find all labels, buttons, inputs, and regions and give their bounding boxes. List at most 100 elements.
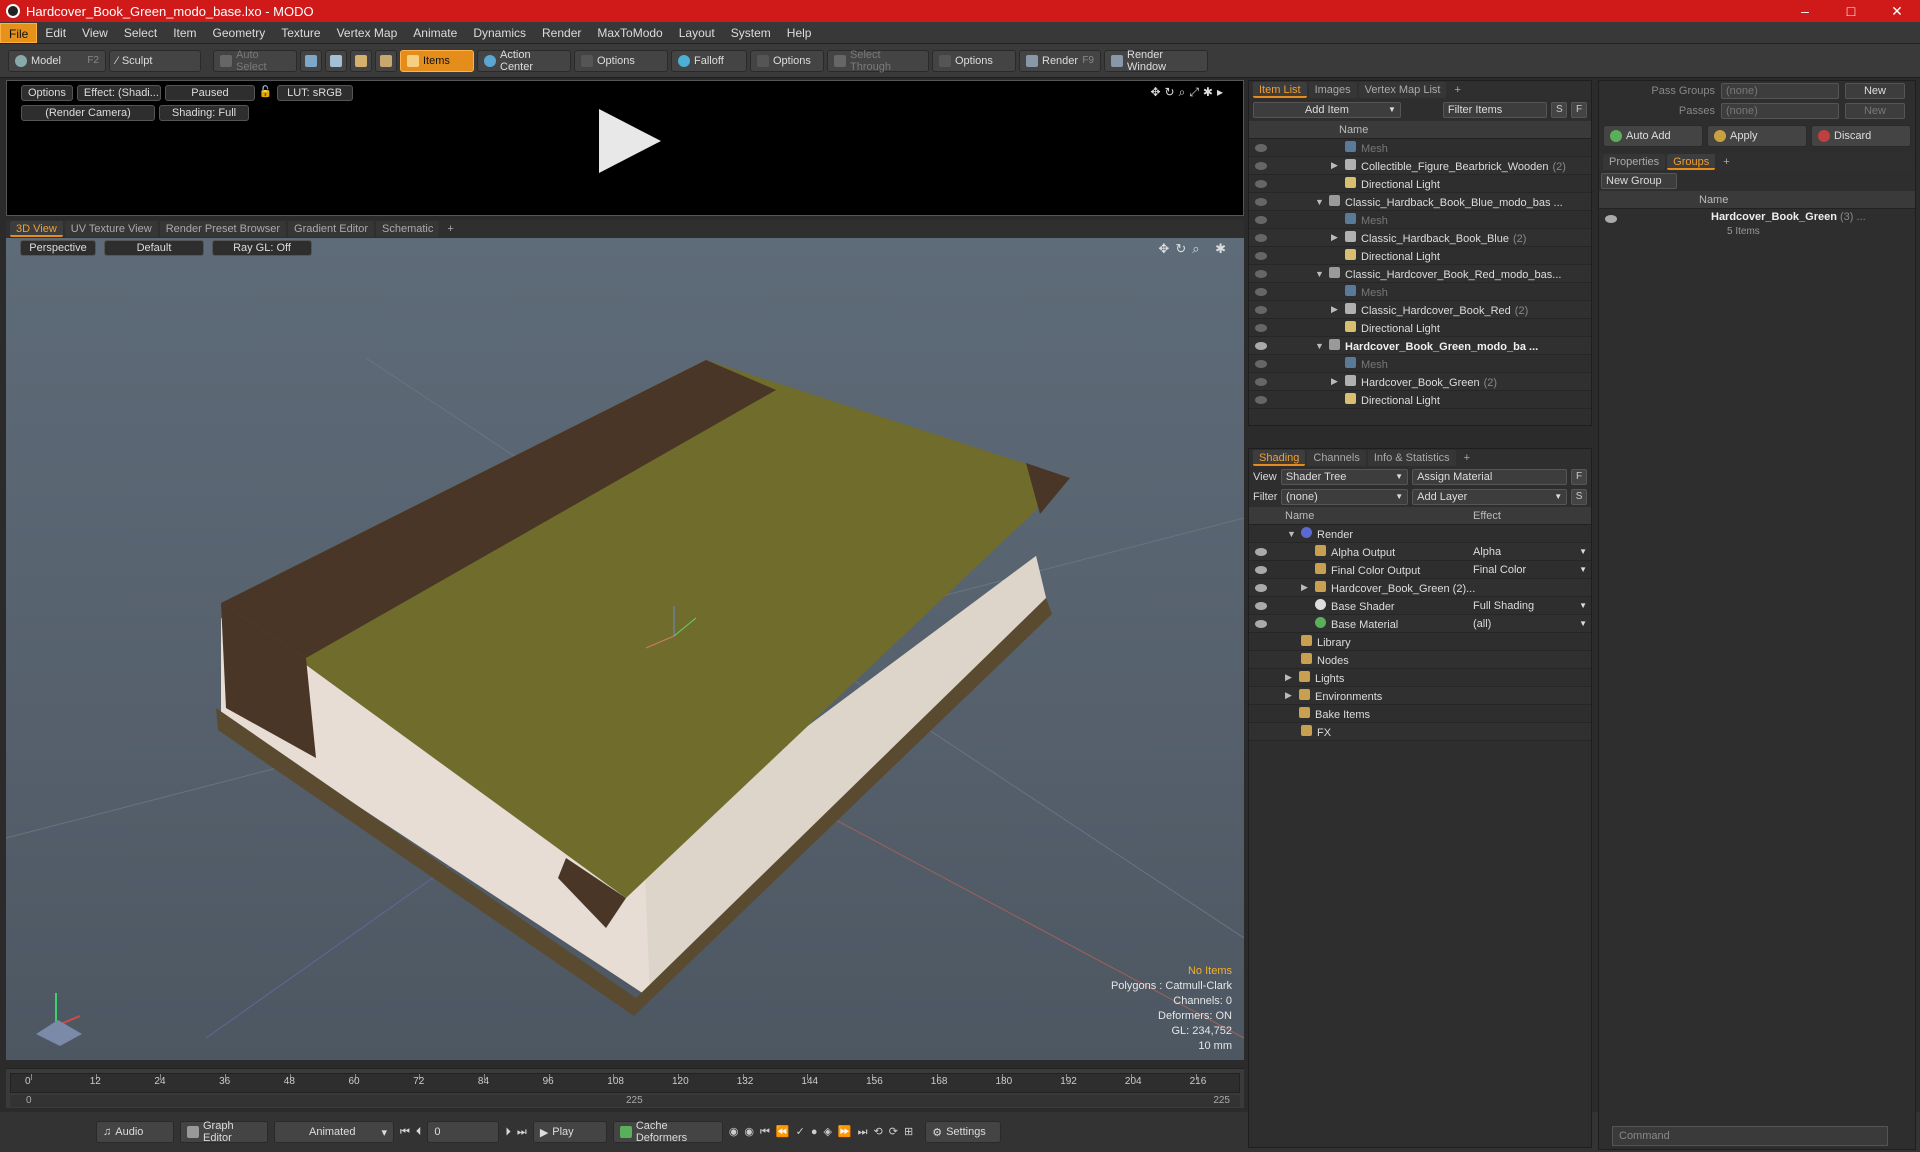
items-mode-button[interactable]: Items [400, 49, 474, 72]
graph-editor-button[interactable]: Graph Editor [180, 1120, 268, 1144]
menu-layout[interactable]: Layout [671, 23, 723, 43]
settings-button[interactable]: ⚙ Settings [925, 1121, 1002, 1143]
tab-images[interactable]: Images [1308, 82, 1357, 98]
render-nav-icons[interactable]: ✥↻⌕⤢✱▸ [1150, 85, 1227, 100]
item-list-row[interactable]: Mesh [1249, 211, 1591, 229]
item-list-row[interactable]: Directional Light [1249, 175, 1591, 193]
filter-items-field[interactable]: Filter Items [1442, 102, 1548, 118]
group-row[interactable]: Hardcover_Book_Green (3) ... 5 Items [1599, 209, 1915, 243]
edge-select-button[interactable] [325, 49, 347, 72]
vertex-select-button[interactable] [300, 49, 322, 72]
shader-tree-row[interactable]: FX [1249, 723, 1591, 741]
filter-dropdown[interactable]: (none) ▼ [1281, 489, 1409, 505]
item-list-row[interactable]: Mesh [1249, 139, 1591, 157]
tab-uv-texture-view[interactable]: UV Texture View [64, 221, 158, 237]
add-shading-tab-button[interactable]: + [1458, 450, 1476, 466]
eye-icon[interactable] [1255, 377, 1267, 386]
falloff-options-button[interactable]: Options [750, 49, 824, 72]
item-list-row[interactable]: ▼ Classic_Hardback_Book_Blue_modo_bas ... [1249, 193, 1591, 211]
menu-item[interactable]: Item [165, 23, 204, 43]
menu-view[interactable]: View [74, 23, 116, 43]
chevron-down-icon[interactable]: ▼ [1579, 565, 1587, 574]
action-center-options-button[interactable]: Options [574, 49, 668, 72]
auto-select-button[interactable]: Auto Select [213, 49, 297, 73]
add-panel-tab-button[interactable]: + [1448, 82, 1466, 98]
collapsed-caret-icon[interactable]: ▶ [1285, 672, 1292, 683]
render-options-button[interactable]: Options [21, 85, 73, 101]
play-render-icon[interactable] [599, 109, 661, 173]
shader-tree-row[interactable]: Library [1249, 633, 1591, 651]
eye-icon[interactable] [1255, 601, 1267, 610]
add-layer-dropdown[interactable]: Add Layer ▼ [1412, 489, 1568, 505]
timeline-ruler[interactable]: 0 12 24 36 48 60 72 84 96 108 120 132 144 156 168 180 19… [10, 1073, 1240, 1093]
menu-edit[interactable]: Edit [37, 23, 74, 43]
chevron-down-icon[interactable]: ▼ [1579, 619, 1587, 628]
eye-icon[interactable] [1255, 323, 1267, 332]
material-select-button[interactable] [375, 49, 397, 72]
action-center-button[interactable]: Action Center [477, 49, 571, 73]
tab-render-preset-browser[interactable]: Render Preset Browser [159, 221, 287, 237]
eye-icon[interactable] [1255, 341, 1267, 350]
eye-icon[interactable] [1255, 305, 1267, 314]
command-input[interactable]: Command [1612, 1126, 1888, 1146]
paused-button[interactable]: Paused [164, 85, 255, 101]
eye-icon[interactable] [1255, 547, 1267, 556]
shader-tree-row[interactable]: Nodes [1249, 651, 1591, 669]
eye-icon[interactable] [1255, 619, 1267, 628]
lock-icon[interactable]: 🔓 [259, 85, 273, 101]
menu-dynamics[interactable]: Dynamics [465, 23, 534, 43]
shader-tree-row[interactable]: Base Shader Full Shading ▼ [1249, 597, 1591, 615]
render-button[interactable]: Render F9 [1019, 49, 1101, 72]
item-list-row[interactable]: Directional Light [1249, 319, 1591, 337]
item-list-row[interactable]: Directional Light [1249, 391, 1591, 409]
item-list-row[interactable]: Mesh [1249, 355, 1591, 373]
select-through-button[interactable]: Select Through [827, 49, 929, 73]
eye-icon[interactable] [1255, 565, 1267, 574]
tab-properties[interactable]: Properties [1603, 154, 1666, 170]
skip-start-icon[interactable]: ⏮ [400, 1126, 410, 1139]
animated-dropdown[interactable]: Animated ▾ [274, 1121, 394, 1143]
shader-tree-row[interactable]: ▶ Hardcover_Book_Green (2)... [1249, 579, 1591, 597]
shader-tree-row[interactable]: Alpha Output Alpha ▼ [1249, 543, 1591, 561]
chevron-down-icon[interactable]: ▼ [1579, 601, 1587, 610]
close-button[interactable]: ✕ [1874, 3, 1920, 20]
effect-value[interactable]: Alpha [1473, 546, 1501, 558]
menu-file[interactable]: File [0, 22, 38, 43]
menu-geometry[interactable]: Geometry [205, 23, 274, 43]
collapsed-caret-icon[interactable]: ▶ [1331, 160, 1338, 171]
effect-value[interactable]: Final Color [1473, 564, 1526, 576]
eye-icon[interactable] [1255, 583, 1267, 592]
view-dropdown[interactable]: Shader Tree ▼ [1280, 469, 1409, 485]
item-list-row[interactable]: ▼ Classic_Hardcover_Book_Red_modo_bas... [1249, 265, 1591, 283]
tab-info-statistics[interactable]: Info & Statistics [1367, 450, 1456, 466]
item-list-row[interactable]: ▶ Collectible_Figure_Bearbrick_Wooden (2) [1249, 157, 1591, 175]
item-list-row[interactable]: ▶ Hardcover_Book_Green (2) [1249, 373, 1591, 391]
render-window-button[interactable]: Render Window [1104, 49, 1208, 73]
tab-channels[interactable]: Channels [1307, 450, 1366, 466]
collapsed-caret-icon[interactable]: ▶ [1331, 232, 1338, 243]
menu-render[interactable]: Render [534, 23, 589, 43]
eye-icon[interactable] [1255, 143, 1267, 152]
eye-icon[interactable] [1255, 161, 1267, 170]
eye-icon[interactable] [1255, 251, 1267, 260]
effect-dropdown[interactable]: Effect: (Shadi... [76, 85, 161, 101]
item-list-row[interactable]: Directional Light [1249, 247, 1591, 265]
shader-tree-row[interactable]: ▼ Render [1249, 525, 1591, 543]
eye-icon[interactable] [1255, 215, 1267, 224]
lut-dropdown[interactable]: LUT: sRGB [276, 85, 353, 101]
shader-tree-row[interactable]: ▶ Lights [1249, 669, 1591, 687]
timeline[interactable]: 0 12 24 36 48 60 72 84 96 108 120 132 144 156 168 180 19… [6, 1068, 1244, 1108]
item-list-row[interactable]: ▶ Classic_Hardcover_Book_Red (2) [1249, 301, 1591, 319]
select-through-options-button[interactable]: Options [932, 49, 1016, 72]
shader-tree-row[interactable]: Base Material (all) ▼ [1249, 615, 1591, 633]
passes-dropdown[interactable]: (none) [1721, 103, 1839, 119]
collapsed-caret-icon[interactable]: ▶ [1331, 304, 1338, 315]
sculpt-mode-button[interactable]: ⁄ Sculpt [109, 49, 201, 72]
apply-button[interactable]: Apply [1707, 125, 1807, 147]
tab-schematic[interactable]: Schematic [376, 221, 440, 237]
filter-f-button[interactable]: F [1571, 102, 1587, 118]
collapsed-caret-icon[interactable]: ▶ [1331, 376, 1338, 387]
filter-s-button[interactable]: S [1551, 102, 1568, 118]
menu-vertex-map[interactable]: Vertex Map [329, 23, 406, 43]
auto-add-button[interactable]: Auto Add [1603, 125, 1703, 147]
